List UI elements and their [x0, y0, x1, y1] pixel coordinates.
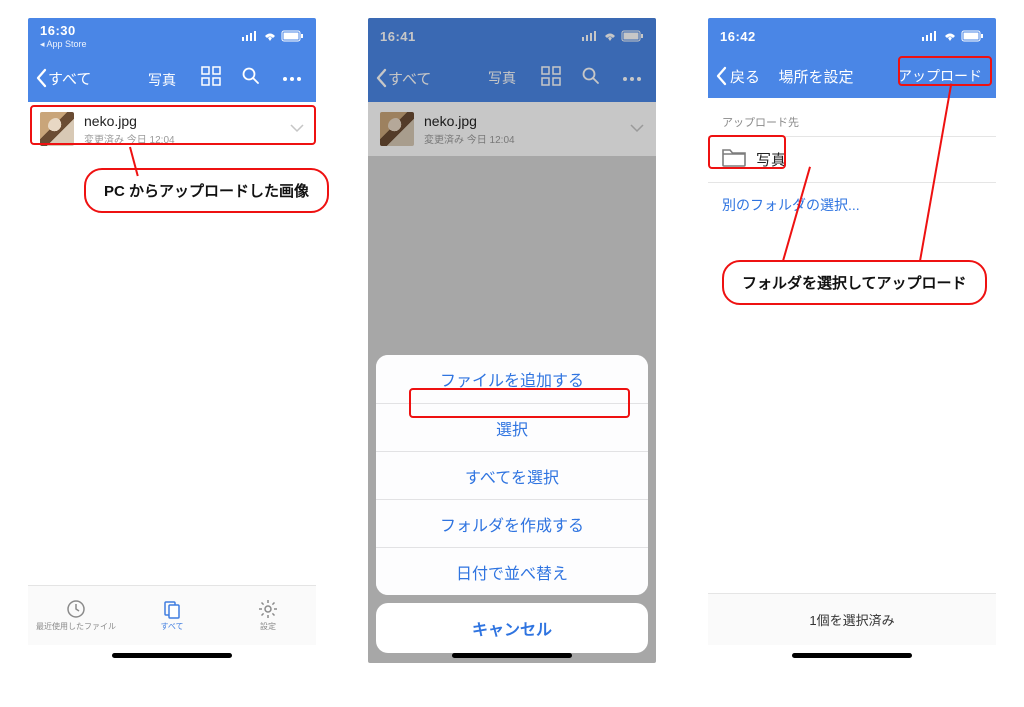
tab-bar: 最近使用したファイル すべて 設定: [28, 585, 316, 645]
chevron-left-icon: [36, 69, 48, 87]
file-thumbnail: [380, 112, 414, 146]
home-indicator[interactable]: [112, 653, 232, 658]
battery-icon: [622, 31, 644, 41]
nav-bar: すべて 写真: [368, 54, 656, 102]
wifi-icon: [263, 31, 277, 41]
back-button[interactable]: すべて: [34, 64, 93, 93]
sheet-sort-by-date[interactable]: 日付で並べ替え: [376, 547, 648, 595]
tab-label: 設定: [260, 621, 276, 632]
more-icon[interactable]: [622, 69, 642, 87]
change-folder-link[interactable]: 別のフォルダの選択...: [708, 183, 996, 235]
sheet-cancel[interactable]: キャンセル: [376, 603, 648, 653]
tab-recent[interactable]: 最近使用したファイル: [28, 586, 124, 645]
status-time: 16:42: [720, 29, 756, 44]
file-name: neko.jpg: [424, 113, 620, 129]
file-subtitle: 変更済み 今日 12:04: [84, 131, 280, 146]
back-button[interactable]: 戻る: [716, 66, 760, 87]
chevron-left-icon: [376, 69, 388, 87]
status-back-to-app[interactable]: ◂ App Store: [40, 39, 87, 50]
status-bar: 16:30 ◂ App Store: [28, 18, 316, 54]
phone-screen-2: 16:41 すべて 写真 neko.jpg: [368, 18, 656, 663]
upload-button[interactable]: アップロード: [892, 62, 988, 90]
back-label: すべて: [48, 68, 91, 89]
phone-screen-1: 16:30 ◂ App Store すべて: [28, 18, 316, 663]
gear-icon: [258, 599, 278, 619]
selection-count: 1個を選択済み: [809, 610, 894, 629]
home-indicator[interactable]: [452, 653, 572, 658]
chevron-down-icon[interactable]: [290, 120, 304, 138]
tab-settings[interactable]: 設定: [220, 586, 316, 645]
files-icon: [162, 599, 182, 619]
wifi-icon: [603, 31, 617, 41]
signal-icon: [922, 31, 938, 41]
file-row[interactable]: neko.jpg 変更済み 今日 12:04: [28, 102, 316, 156]
search-icon[interactable]: [582, 67, 600, 90]
search-icon[interactable]: [242, 67, 260, 90]
selection-footer: 1個を選択済み: [708, 593, 996, 645]
chevron-left-icon: [716, 67, 728, 85]
signal-icon: [582, 31, 598, 41]
clock-icon: [66, 599, 86, 619]
battery-icon: [962, 31, 984, 41]
section-label: アップロード先: [708, 98, 996, 136]
tab-all[interactable]: すべて: [124, 586, 220, 645]
nav-title[interactable]: 写真: [144, 66, 180, 104]
more-icon[interactable]: [282, 69, 302, 87]
status-bar: 16:41: [368, 18, 656, 54]
back-label: 戻る: [730, 66, 760, 87]
status-right: [582, 31, 644, 41]
status-time: 16:30: [40, 23, 87, 38]
back-label: すべて: [388, 68, 431, 89]
nav-bar: 戻る 場所を設定 アップロード: [708, 54, 996, 98]
sheet-create-folder[interactable]: フォルダを作成する: [376, 499, 648, 547]
file-row[interactable]: neko.jpg 変更済み 今日 12:04: [368, 102, 656, 156]
folder-name: 写真: [756, 149, 786, 170]
nav-title[interactable]: 写真: [484, 64, 520, 92]
home-indicator[interactable]: [792, 653, 912, 658]
tab-label: すべて: [160, 621, 183, 632]
file-subtitle: 変更済み 今日 12:04: [424, 131, 620, 146]
phone-screen-3: 16:42 戻る 場所を設定 アップロード アップロード先 写真 別の: [708, 18, 996, 663]
sheet-select[interactable]: 選択: [376, 403, 648, 451]
nav-title: 場所を設定: [760, 66, 892, 87]
sheet-add-file[interactable]: ファイルを追加する: [376, 355, 648, 403]
status-time: 16:41: [380, 29, 416, 44]
wifi-icon: [943, 31, 957, 41]
folder-icon: [722, 147, 746, 172]
folder-row[interactable]: 写真: [708, 137, 996, 182]
status-right: [242, 31, 304, 41]
status-right: [922, 31, 984, 41]
chevron-down-icon[interactable]: [630, 120, 644, 138]
battery-icon: [282, 31, 304, 41]
tab-label: 最近使用したファイル: [36, 621, 116, 632]
grid-view-icon[interactable]: [202, 67, 220, 90]
nav-bar: すべて 写真: [28, 54, 316, 102]
file-name: neko.jpg: [84, 113, 280, 129]
back-button[interactable]: すべて: [374, 64, 433, 93]
file-thumbnail: [40, 112, 74, 146]
signal-icon: [242, 31, 258, 41]
grid-view-icon[interactable]: [542, 67, 560, 90]
sheet-select-all[interactable]: すべてを選択: [376, 451, 648, 499]
status-bar: 16:42: [708, 18, 996, 54]
action-sheet: ファイルを追加する 選択 すべてを選択 フォルダを作成する 日付で並べ替え キャ…: [376, 355, 648, 653]
